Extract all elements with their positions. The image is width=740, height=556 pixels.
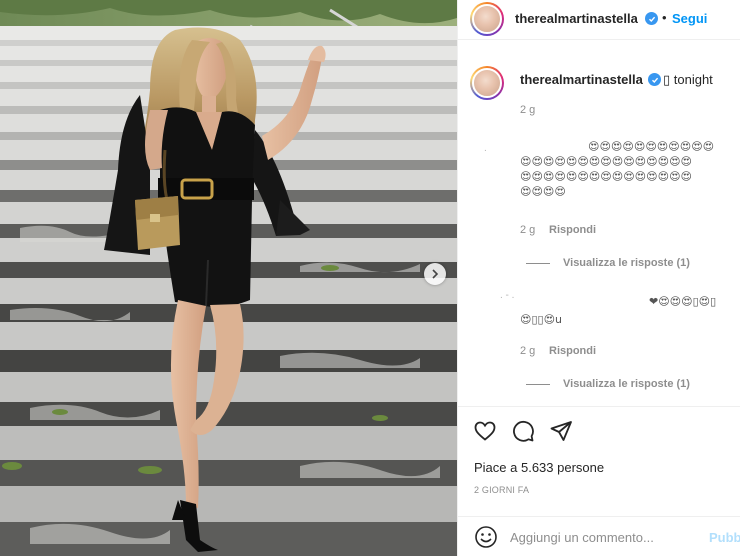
caption-time[interactable]: 2 g — [520, 104, 535, 116]
replies-divider — [526, 263, 550, 264]
caption-username[interactable]: therealmartinastella — [520, 72, 643, 87]
post-side-panel: therealmartinastella • Segui therealmart… — [457, 0, 740, 556]
comment-text-line-1: ❤😍😍😍▯😍▯ — [649, 295, 717, 308]
reply-button[interactable]: Rispondi — [549, 224, 596, 236]
view-replies-button[interactable]: Visualizza le risposte (1) — [563, 378, 690, 390]
comment-time[interactable]: 2 g — [520, 224, 535, 236]
follow-button[interactable]: Segui — [672, 11, 707, 26]
comment-username[interactable]: . - . — [500, 290, 514, 301]
post-actions: Piace a 5.633 persone 2 GIORNI FA — [458, 406, 740, 516]
caption-text: ▯ tonight — [663, 72, 713, 87]
add-comment-bar: Pubb — [458, 516, 740, 556]
post-photo[interactable] — [0, 0, 457, 556]
publish-button[interactable]: Pubb — [709, 530, 740, 545]
chevron-right-icon — [432, 269, 439, 279]
comment-username[interactable]: . — [484, 143, 487, 154]
replies-divider — [526, 384, 550, 385]
verified-badge-icon — [645, 12, 658, 25]
likes-count[interactable]: Piace a 5.633 persone — [474, 460, 604, 475]
next-photo-button[interactable] — [424, 263, 446, 285]
comment-input[interactable] — [510, 527, 700, 547]
author-avatar[interactable] — [470, 2, 504, 36]
reply-button[interactable]: Rispondi — [549, 345, 596, 357]
header-separator: • — [662, 10, 667, 25]
post-header: therealmartinastella • Segui — [458, 0, 740, 40]
comment-time[interactable]: 2 g — [520, 345, 535, 357]
comment-text-line-2: 😍▯▯😍u — [520, 313, 563, 326]
caption-avatar[interactable] — [470, 66, 504, 100]
comment-icon[interactable] — [511, 419, 535, 443]
author-username[interactable]: therealmartinastella — [515, 11, 638, 26]
smiley-icon[interactable] — [474, 525, 498, 549]
view-replies-button[interactable]: Visualizza le risposte (1) — [563, 257, 690, 269]
post-photo-image — [0, 0, 457, 556]
comment-text: 😍😍😍😍😍😍😍😍😍😍😍 😍😍😍😍😍😍😍😍😍😍😍😍😍😍😍 😍😍😍😍😍😍😍😍😍😍😍😍… — [520, 140, 715, 198]
heart-icon[interactable] — [473, 419, 497, 443]
verified-badge-icon — [648, 73, 661, 86]
share-icon[interactable] — [549, 419, 573, 443]
post-date[interactable]: 2 GIORNI FA — [474, 485, 529, 495]
